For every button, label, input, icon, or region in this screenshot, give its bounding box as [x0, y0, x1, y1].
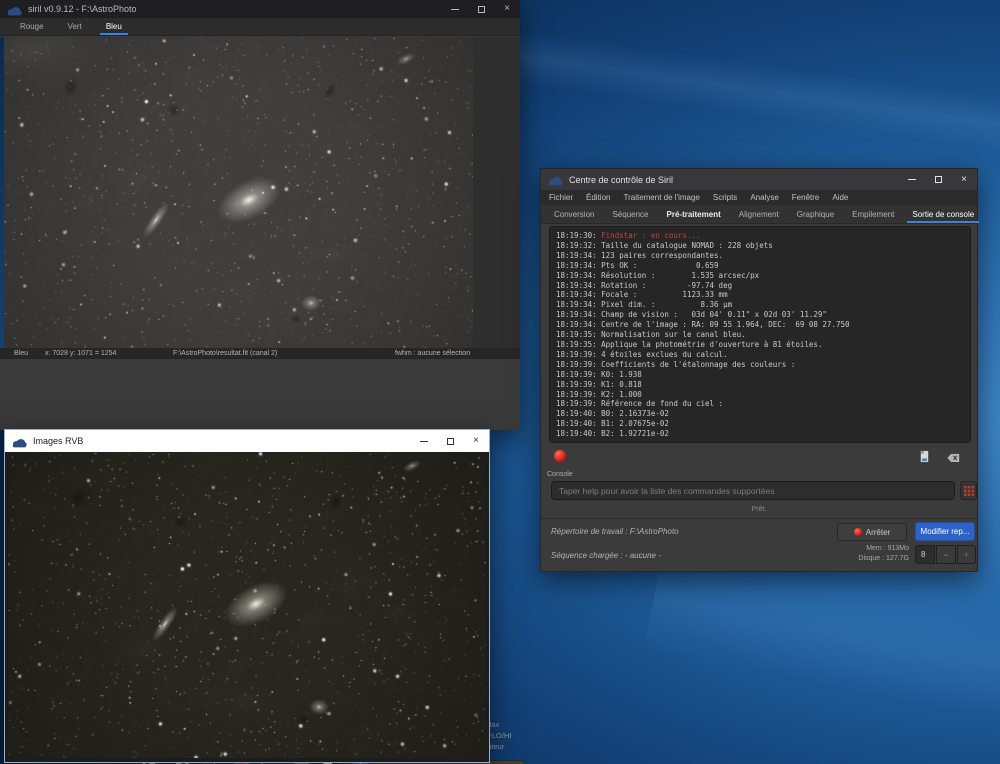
- close-button[interactable]: ×: [951, 169, 977, 190]
- status-channel: Bleu: [14, 349, 29, 357]
- tab-sequence[interactable]: Séquence: [603, 205, 657, 223]
- console-line: 18:19:40: B1: 2.07675e-02: [556, 419, 669, 429]
- threads-increment-button[interactable]: +: [957, 545, 976, 564]
- tab-rouge[interactable]: Rouge: [8, 18, 56, 35]
- tab-conversion[interactable]: Conversion: [545, 205, 603, 223]
- siril-main-window: siril v0.9.12 - F:\AstroPhoto × Rouge Ver…: [0, 0, 524, 764]
- siril-logo-icon: [7, 3, 22, 16]
- menu-traitement-de-limage[interactable]: Traitement de l'image: [623, 193, 699, 202]
- rgb-window-titlebar[interactable]: Images RVB ×: [5, 430, 489, 452]
- maximize-button[interactable]: [468, 0, 494, 18]
- tab-empilement[interactable]: Empilement: [843, 205, 903, 223]
- tab-pretraitement[interactable]: Pré-traitement: [658, 205, 730, 223]
- siril-main-titlebar[interactable]: siril v0.9.12 - F:\AstroPhoto ×: [0, 0, 520, 18]
- export-log-icon[interactable]: [918, 450, 931, 463]
- siril-logo-icon: [12, 435, 27, 448]
- menu-edition[interactable]: Édition: [586, 193, 610, 202]
- grayscale-image-canvas[interactable]: [4, 37, 473, 348]
- tab-graphique[interactable]: Graphique: [788, 205, 843, 223]
- command-list-button[interactable]: [960, 481, 977, 500]
- rgb-image-window: Images RVB ×: [4, 429, 490, 763]
- console-line: 18:19:39: K2: 1.000: [556, 389, 642, 399]
- threads-decrement-button[interactable]: −: [936, 545, 956, 564]
- stop-button-label: Arrêter: [865, 527, 891, 537]
- console-line: 18:19:34: Focale : 1123.33 mm: [556, 290, 728, 300]
- close-button[interactable]: ×: [463, 430, 489, 452]
- console-line: 18:19:35: Normalisation sur le canal ble…: [556, 330, 746, 340]
- resources-info: Mem : 913Mo Disque : 127.7G: [781, 544, 909, 564]
- console-line: 18:19:30: Findstar : en cours...: [556, 231, 701, 240]
- modify-button-label: Modifier rep...: [920, 527, 970, 536]
- maximize-button[interactable]: [925, 169, 951, 190]
- console-line: 18:19:40: B2: 1.92721e-02: [556, 429, 669, 439]
- stop-icon: [853, 528, 862, 536]
- console-line: 18:19:34: Résolution : 1.535 arcsec/px: [556, 270, 760, 280]
- console-line: 18:19:39: 4 étoiles exclues du calcul.: [556, 349, 728, 359]
- status-led-icon: [554, 450, 566, 462]
- console-line: 18:19:34: Pixel dim. : 8.36 µm: [556, 300, 733, 310]
- close-button[interactable]: ×: [494, 0, 520, 18]
- ready-status: Prêt.: [751, 506, 767, 513]
- status-file-info: F:\AstroPhoto\resultat.fit (canal 2): [173, 349, 278, 357]
- console-line: 18:19:34: Rotation : -97.74 deg: [556, 280, 733, 290]
- tab-alignement[interactable]: Alignement: [730, 205, 788, 223]
- menu-analyse[interactable]: Analyse: [750, 193, 778, 202]
- desktop: siril v0.9.12 - F:\AstroPhoto × Rouge Ver…: [0, 0, 1000, 764]
- levels-panel: tronquer 65535 ✓ 0 Min/MaxMIPS-LO/HIUtil…: [0, 359, 524, 764]
- console-line: 18:19:34: Centre de l'image : RA: 09 55 …: [556, 320, 850, 330]
- disk-info: Disque : 127.7G: [858, 555, 909, 562]
- siril-logo-icon: [548, 174, 563, 186]
- command-input[interactable]: [551, 481, 955, 500]
- menu-scripts[interactable]: Scripts: [713, 193, 737, 202]
- image-tabs: Rouge Vert Bleu: [0, 18, 520, 36]
- window-title: Centre de contrôle de Siril: [569, 174, 674, 185]
- menubar: Fichier Édition Traitement de l'image Scrip…: [541, 190, 977, 205]
- window-title: siril v0.9.12 - F:\AstroPhoto: [28, 4, 137, 14]
- menu-fenetre[interactable]: Fenêtre: [792, 193, 820, 202]
- console-line: 18:19:34: Pts OK : 0.659: [556, 260, 719, 270]
- console-line: 18:19:39: K1: 0.818: [556, 379, 642, 389]
- modify-working-dir-button[interactable]: Modifier rep...: [915, 522, 975, 541]
- maximize-button[interactable]: [437, 430, 463, 452]
- minimize-button[interactable]: [899, 169, 925, 190]
- threads-value[interactable]: 8: [915, 545, 935, 564]
- window-title: Images RVB: [33, 436, 84, 446]
- console-line: 18:19:39: Coefficients de l'étalonnage d…: [556, 359, 796, 369]
- console-log[interactable]: 18:19:30: Findstar : en cours... 18:19:32…: [549, 226, 971, 443]
- clear-console-icon[interactable]: [947, 450, 960, 463]
- console-line: 18:19:39: Référence de fond du ciel :: [556, 399, 724, 409]
- console-line: 18:19:35: Applique la photométrie d'ouve…: [556, 339, 823, 349]
- image-view-area: [0, 37, 520, 348]
- tab-sortie-de-console[interactable]: Sortie de console: [903, 205, 983, 223]
- memory-info: Mem : 913Mo: [866, 545, 909, 552]
- console-line: 18:19:32: Taille du catalogue NOMAD : 22…: [556, 240, 773, 250]
- status-fwhm-info: fwhm : aucune sélection: [395, 349, 471, 357]
- tab-bleu[interactable]: Bleu: [94, 18, 134, 35]
- menu-aide[interactable]: Aide: [832, 193, 848, 202]
- sequence-loaded-label: Séquence chargée : - aucune -: [551, 551, 661, 560]
- tab-vert[interactable]: Vert: [56, 18, 94, 35]
- console-line: 18:19:39: K0: 1.938: [556, 369, 642, 379]
- image-statusbar: Bleu x: 7028 y: 1071 = 1254 F:\AstroPhot…: [0, 348, 520, 359]
- divider: [541, 518, 977, 519]
- rgb-image-canvas[interactable]: [8, 452, 486, 758]
- menu-fichier[interactable]: Fichier: [549, 193, 573, 202]
- canvas-left-edge: [0, 37, 4, 348]
- console-label: Console: [547, 471, 573, 478]
- stop-button[interactable]: Arrêter: [837, 523, 907, 541]
- minimize-button[interactable]: [442, 0, 468, 18]
- control-tabs: Conversion Séquence Pré-traitement Aligneme…: [541, 205, 980, 224]
- status-cursor-info: x: 7028 y: 1071 = 1254: [45, 349, 117, 357]
- console-line: 18:19:40: B0: 2.16373e-02: [556, 409, 669, 419]
- control-center-window: Centre de contrôle de Siril × Fichier Édi…: [540, 168, 980, 572]
- control-center-titlebar[interactable]: Centre de contrôle de Siril ×: [541, 169, 977, 190]
- console-line: 18:19:34: Champ de vision : 03d 04' 0.11…: [556, 310, 827, 320]
- working-dir-label: Répertoire de travail : F:\AstroPhoto: [551, 527, 679, 536]
- minimize-button[interactable]: [411, 430, 437, 452]
- console-line: 18:19:34: 123 paires correspondantes.: [556, 250, 724, 260]
